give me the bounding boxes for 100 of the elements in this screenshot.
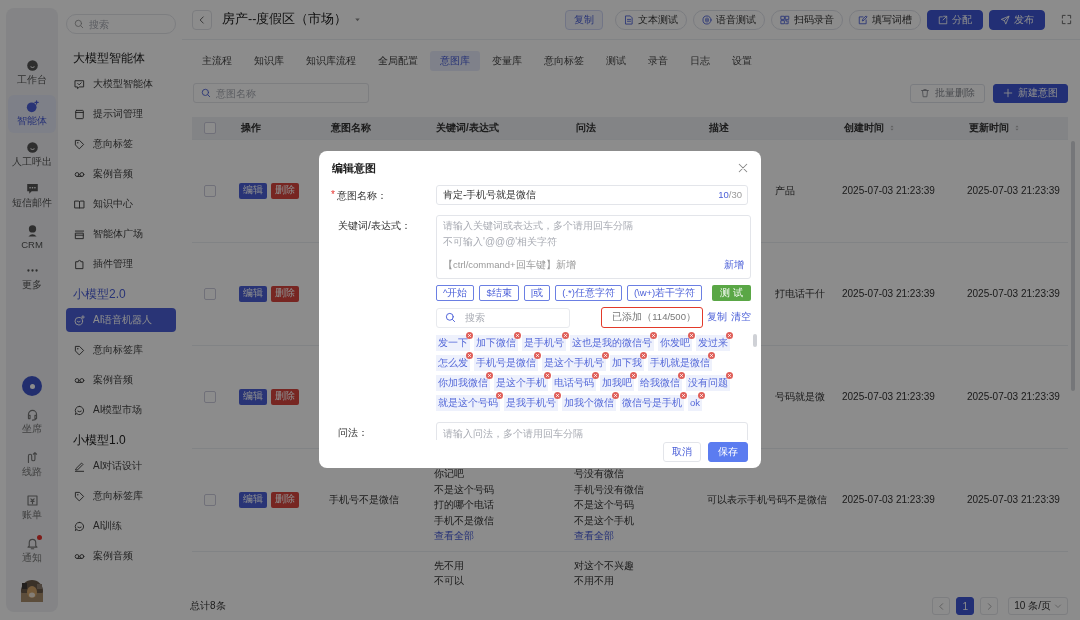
menu-item[interactable]: 案例音频 — [66, 544, 176, 568]
edit-button[interactable]: 编辑 — [239, 491, 267, 508]
checkbox[interactable] — [204, 121, 216, 134]
checkbox[interactable] — [204, 493, 216, 506]
rail-item[interactable]: 智能体 — [8, 95, 56, 133]
add-link[interactable]: 新增 — [723, 259, 744, 272]
copy-link[interactable]: 复制 — [706, 311, 727, 324]
page-button[interactable]: 1 — [956, 597, 975, 615]
delete-button[interactable]: 删除 — [271, 285, 299, 302]
remove-icon[interactable] — [534, 352, 541, 359]
text-area[interactable]: 请输入问法，多个请用回车分隔 — [436, 422, 748, 440]
menu-item[interactable]: 知识中心 — [66, 192, 176, 216]
remove-icon[interactable] — [554, 392, 561, 399]
menu-item[interactable]: 大模型智能体 — [66, 72, 176, 96]
tab[interactable]: 意向标签 — [534, 51, 594, 71]
menu-item[interactable]: 提示词管理 — [66, 102, 176, 126]
remove-icon[interactable] — [630, 372, 637, 379]
menu-item[interactable]: AI语音机器人 — [66, 308, 176, 332]
menu-item[interactable]: 案例音频 — [66, 368, 176, 392]
remove-icon[interactable] — [612, 392, 619, 399]
tab[interactable]: 录音 — [638, 51, 678, 71]
remove-icon[interactable] — [640, 352, 647, 359]
search-field[interactable]: 搜索 — [436, 307, 570, 328]
rail-item[interactable]: 短信邮件 — [8, 177, 56, 215]
toolbar-button[interactable]: 发布 — [989, 9, 1045, 30]
clear-link[interactable]: 清空 — [730, 311, 751, 324]
column-header[interactable]: 更新时间 — [969, 120, 1021, 135]
remove-icon[interactable] — [466, 352, 473, 359]
text-area[interactable]: 请输入关键词或表达式，多个请用回车分隔 — [443, 219, 744, 235]
delete-button[interactable]: 删除 — [271, 182, 299, 199]
remove-icon[interactable] — [592, 372, 599, 379]
rail-item[interactable]: CRM — [8, 218, 56, 256]
edit-button[interactable]: 编辑 — [239, 285, 267, 302]
edit-button[interactable]: 编辑 — [239, 388, 267, 405]
regex-button[interactable]: ^开始 — [436, 285, 475, 301]
tab[interactable]: 主流程 — [192, 51, 242, 71]
menu-item[interactable]: 智能体广场 — [66, 222, 176, 246]
edit-button[interactable]: 编辑 — [239, 182, 267, 199]
scrollbar[interactable] — [752, 334, 757, 347]
rail-item[interactable]: 线路 — [8, 445, 56, 485]
toolbar-button[interactable]: 复制 — [565, 9, 603, 30]
checkbox[interactable] — [204, 390, 216, 403]
tab[interactable]: 变量库 — [482, 51, 532, 71]
regex-button[interactable]: |或 — [523, 285, 551, 301]
tab[interactable]: 意图库 — [430, 51, 480, 71]
tab[interactable]: 全局配置 — [368, 51, 428, 71]
remove-icon[interactable] — [466, 332, 473, 339]
delete-button[interactable]: 删除 — [271, 491, 299, 508]
menu-item[interactable]: 意向标签库 — [66, 484, 176, 508]
menu-item[interactable]: 意向标签 — [66, 132, 176, 156]
toolbar-button[interactable]: 分配 — [927, 9, 983, 30]
page-size-select[interactable]: 10 条/页 — [1008, 597, 1068, 615]
remove-icon[interactable] — [688, 332, 695, 339]
cancel-button[interactable]: 取消 — [663, 442, 701, 462]
tab[interactable]: 测试 — [596, 51, 636, 71]
remove-icon[interactable] — [602, 352, 609, 359]
checkbox[interactable] — [204, 184, 216, 197]
remove-icon[interactable] — [680, 392, 687, 399]
tab[interactable]: 知识库流程 — [296, 51, 366, 71]
remove-icon[interactable] — [562, 332, 569, 339]
menu-item[interactable]: 意向标签库 — [66, 338, 176, 362]
menu-item[interactable]: 插件管理 — [66, 252, 176, 276]
remove-icon[interactable] — [726, 332, 733, 339]
menu-item[interactable]: AI模型市场 — [66, 398, 176, 422]
regex-button[interactable]: (\w+)若干字符 — [626, 285, 703, 301]
toolbar-button[interactable]: 语音测试 — [693, 9, 765, 30]
rail-item[interactable]: 更多 — [8, 259, 56, 297]
tab[interactable]: 日志 — [680, 51, 720, 71]
close-button[interactable] — [737, 162, 749, 174]
tab[interactable]: 知识库 — [244, 51, 294, 71]
toolbar-button[interactable]: 填写词槽 — [849, 9, 921, 30]
toolbar-button[interactable]: 文本测试 — [615, 9, 687, 30]
menu-item[interactable]: 案例音频 — [66, 162, 176, 186]
view-all-link[interactable]: 查看全部 — [574, 528, 614, 544]
remove-icon[interactable] — [544, 372, 551, 379]
remove-icon[interactable] — [678, 372, 685, 379]
regex-button[interactable]: $结束 — [479, 285, 519, 301]
regex-button[interactable]: (.*)任意字符 — [555, 285, 622, 301]
rail-item[interactable]: 工作台 — [8, 54, 56, 92]
view-all-link[interactable]: 查看全部 — [434, 528, 474, 544]
checkbox[interactable] — [204, 287, 216, 300]
remove-icon[interactable] — [726, 372, 733, 379]
column-header[interactable]: 创建时间 — [844, 120, 896, 135]
tab[interactable]: 设置 — [722, 51, 762, 71]
toolbar-button[interactable]: 新建意图 — [993, 83, 1068, 103]
save-button[interactable]: 保存 — [708, 442, 748, 462]
rail-item[interactable]: 通知 — [8, 531, 56, 571]
remove-icon[interactable] — [496, 392, 503, 399]
rail-item[interactable]: 人工呼出 — [8, 136, 56, 174]
delete-button[interactable]: 删除 — [271, 388, 299, 405]
toolbar-button[interactable]: 扫码录音 — [771, 9, 843, 30]
test-button[interactable]: 测 试 — [712, 285, 751, 301]
rail-item[interactable]: 坐席 — [8, 402, 56, 442]
remove-icon[interactable] — [698, 392, 706, 399]
menu-item[interactable]: AI对话设计 — [66, 454, 176, 478]
remove-icon[interactable] — [708, 352, 715, 359]
menu-item[interactable]: AI训练 — [66, 514, 176, 538]
remove-icon[interactable] — [514, 332, 521, 339]
remove-icon[interactable] — [650, 332, 657, 339]
remove-icon[interactable] — [486, 372, 493, 379]
